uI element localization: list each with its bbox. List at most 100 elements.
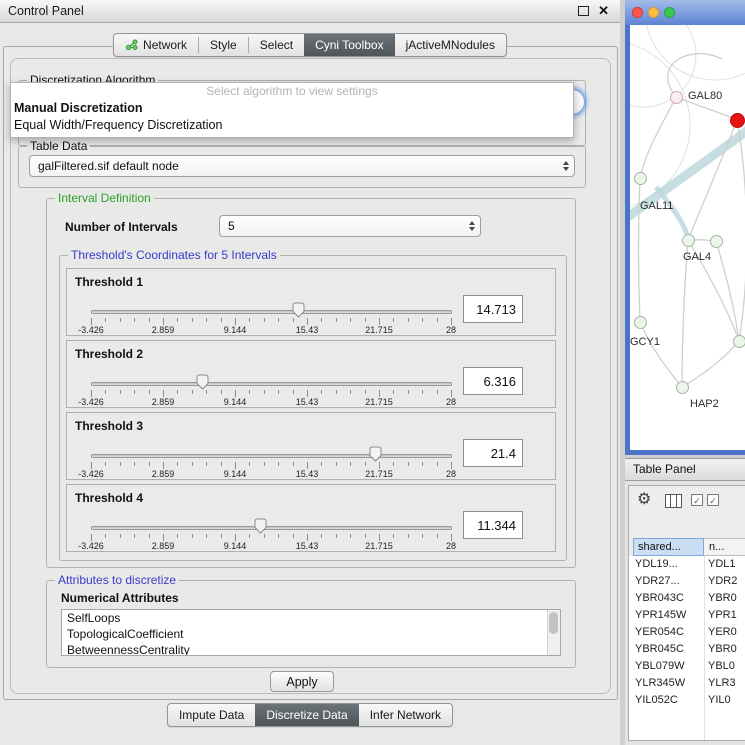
tab-cyni-toolbox[interactable]: Cyni Toolbox: [304, 34, 394, 56]
close-icon[interactable]: ✕: [598, 3, 609, 19]
slider-scale-label: 9.144: [224, 541, 247, 551]
tab-infer-network[interactable]: Infer Network: [359, 704, 452, 726]
slider-tick: [393, 462, 394, 466]
attribute-item-topologicalcoefficient[interactable]: TopologicalCoefficient: [62, 626, 560, 642]
columns-icon[interactable]: [665, 494, 682, 508]
attributes-group-title: Attributes to discretize: [55, 573, 179, 587]
network-canvas[interactable]: GAL80GAL11GAL4GCY1HAP2: [630, 25, 745, 450]
numerical-attributes-list[interactable]: SelfLoopsTopologicalCoefficientBetweenne…: [61, 609, 561, 656]
threshold-value-field[interactable]: 6.316: [463, 367, 523, 395]
tab-label: Network: [143, 38, 187, 52]
scrollbar-thumb[interactable]: [549, 612, 558, 634]
settings-gear-icon[interactable]: ⚙: [637, 490, 651, 510]
minimize-traffic-light-icon[interactable]: [648, 7, 659, 18]
slider-thumb[interactable]: [369, 446, 382, 462]
table-row[interactable]: YER054CYER0: [629, 624, 745, 641]
slider-tick: [336, 390, 337, 394]
slider-thumb[interactable]: [196, 374, 209, 390]
table-row[interactable]: YBL079WYBL0: [629, 658, 745, 675]
network-node-gal4[interactable]: [682, 234, 695, 247]
network-node-gal80[interactable]: [670, 91, 683, 104]
tab-impute-data[interactable]: Impute Data: [168, 704, 255, 726]
apply-button[interactable]: Apply: [270, 671, 334, 692]
slider-tick: [451, 462, 452, 469]
list-scrollbar[interactable]: [547, 610, 560, 655]
table-row[interactable]: YLR345WYLR3: [629, 675, 745, 692]
tab-label: Style: [210, 38, 237, 52]
table-row[interactable]: YDL19...YDL1: [629, 556, 745, 573]
slider-tick: [163, 318, 164, 325]
slider-track[interactable]: [91, 310, 452, 314]
number-of-intervals-combo[interactable]: 5: [219, 215, 481, 237]
threshold-panel: Threshold 2-3.4262.8599.14415.4321.71528…: [66, 340, 556, 408]
algorithm-option-manual-discretization[interactable]: Manual Discretization: [11, 100, 573, 117]
table-row[interactable]: YBR045CYBR0: [629, 641, 745, 658]
threshold-label: Threshold 2: [75, 347, 143, 361]
close-traffic-light-icon[interactable]: [632, 7, 643, 18]
threshold-value-field[interactable]: 21.4: [463, 439, 523, 467]
slider-tick: [278, 318, 279, 322]
table-row[interactable]: YBR043CYBR0: [629, 590, 745, 607]
slider-tick: [221, 534, 222, 538]
slider-scale-label: -3.426: [78, 397, 104, 407]
network-node[interactable]: [730, 113, 745, 128]
algorithm-option-equal-width-frequency-discretization[interactable]: Equal Width/Frequency Discretization: [11, 117, 573, 133]
network-node[interactable]: [733, 335, 745, 348]
tab-network[interactable]: Network: [114, 34, 198, 56]
column-header-shared-name[interactable]: shared...: [633, 538, 704, 556]
column-header-name[interactable]: n...: [704, 538, 745, 556]
slider-tick: [422, 462, 423, 466]
slider-thumb[interactable]: [254, 518, 267, 534]
cell-name: YLR3: [708, 675, 745, 692]
attribute-item-betweennesscentrality[interactable]: BetweennessCentrality: [62, 642, 560, 656]
slider-tick: [105, 534, 106, 538]
threshold-panel: Threshold 3-3.4262.8599.14415.4321.71528…: [66, 412, 556, 480]
thresholds-group: Threshold's Coordinates for 5 Intervals …: [59, 255, 567, 561]
network-node-gal11[interactable]: [634, 172, 647, 185]
threshold-value-field[interactable]: 11.344: [463, 511, 523, 539]
show-columns-checkbox-icon[interactable]: ✓: [707, 494, 719, 506]
slider-tick: [350, 462, 351, 466]
network-node[interactable]: [710, 235, 723, 248]
tab-jactivemnodules[interactable]: jActiveMNodules: [395, 34, 506, 56]
tab-style[interactable]: Style: [199, 34, 248, 56]
slider-track[interactable]: [91, 454, 452, 458]
tab-discretize-data[interactable]: Discretize Data: [255, 704, 358, 726]
slider-tick: [307, 534, 308, 541]
slider-tick: [120, 462, 121, 466]
table-panel: ⚙ ✓ ✓ shared... n... YDL19...YDL1YDR27..…: [625, 481, 745, 745]
threshold-value-field[interactable]: 14.713: [463, 295, 523, 323]
slider-tick: [149, 462, 150, 466]
slider-tick: [249, 462, 250, 466]
table-row[interactable]: YPR145WYPR1: [629, 607, 745, 624]
slider-tick: [379, 390, 380, 397]
slider-tick: [393, 534, 394, 538]
slider-tick: [451, 390, 452, 397]
slider-track[interactable]: [91, 382, 452, 386]
slider-tick: [293, 534, 294, 538]
slider-tick: [264, 462, 265, 466]
slider-tick: [307, 390, 308, 397]
slider-scale-label: 2.859: [152, 469, 175, 479]
cell-name: YDL1: [708, 556, 745, 573]
attribute-item-selfloops[interactable]: SelfLoops: [62, 610, 560, 626]
slider-thumb[interactable]: [292, 302, 305, 318]
select-all-checkbox-icon[interactable]: ✓: [691, 494, 703, 506]
tab-select[interactable]: Select: [249, 34, 304, 56]
slider-tick: [221, 318, 222, 322]
slider-tick: [451, 318, 452, 325]
network-node-gcy1[interactable]: [634, 316, 647, 329]
table-row[interactable]: YIL052CYIL0: [629, 692, 745, 709]
table-data-combo[interactable]: galFiltered.sif default node: [29, 155, 575, 177]
combo-spinner-icon[interactable]: [469, 221, 475, 231]
slider-tick: [336, 534, 337, 538]
cell-shared-name: YIL052C: [635, 692, 703, 709]
combo-spinner-icon[interactable]: [563, 161, 569, 171]
zoom-traffic-light-icon[interactable]: [664, 7, 675, 18]
slider-track[interactable]: [91, 526, 452, 530]
slider-tick: [105, 318, 106, 322]
float-window-icon[interactable]: [578, 6, 589, 16]
network-node-hap2[interactable]: [676, 381, 689, 394]
table-row[interactable]: YDR27...YDR2: [629, 573, 745, 590]
network-window-titlebar[interactable]: [625, 0, 745, 25]
